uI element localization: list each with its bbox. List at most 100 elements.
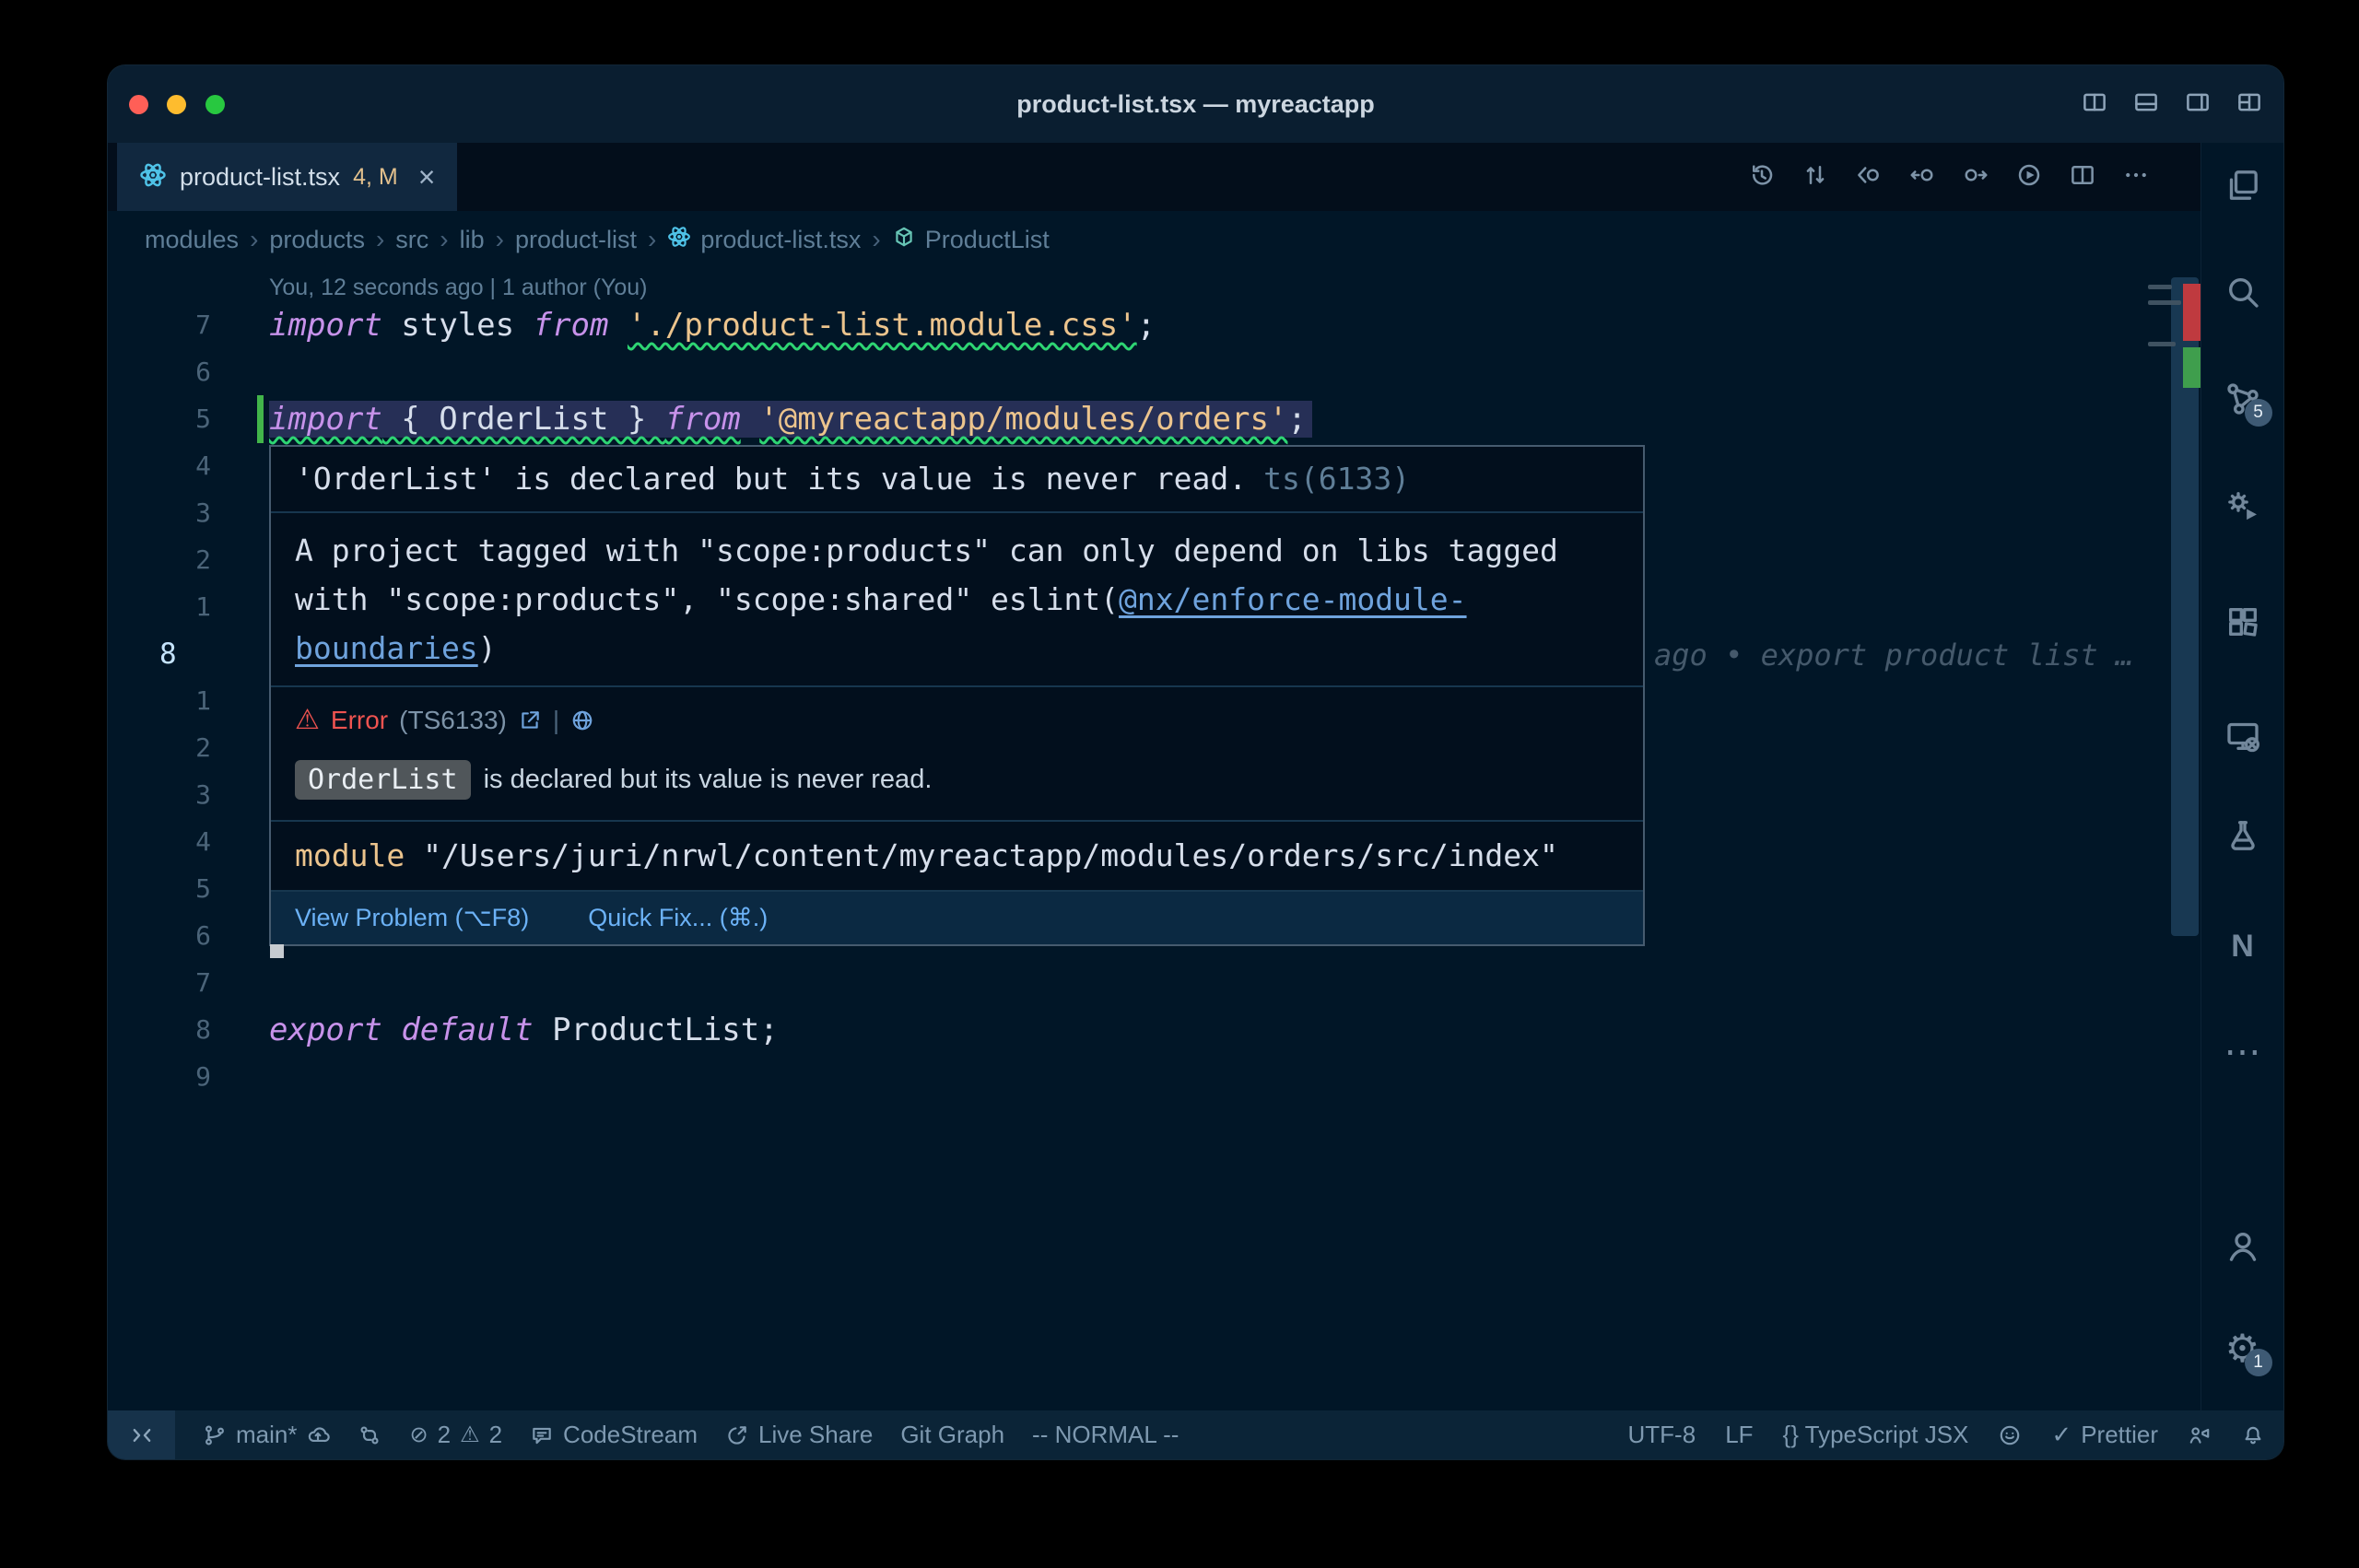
nx-console-icon[interactable]: N — [2221, 924, 2265, 968]
testing-flask-icon[interactable] — [2221, 813, 2265, 858]
chevron-right-icon: › — [496, 225, 504, 254]
source-control-icon[interactable]: 5 — [2221, 377, 2265, 421]
titlebar: product-list.tsx — myreactapp — [108, 65, 2283, 143]
minimap-line-mark — [2148, 285, 2172, 289]
codestream-status[interactable]: CodeStream — [530, 1421, 698, 1449]
accounts-icon[interactable] — [2221, 1224, 2265, 1269]
error-label: Error — [331, 706, 388, 735]
line-number: 7 — [108, 310, 211, 340]
line-number: 6 — [108, 920, 211, 951]
open-external-icon[interactable] — [518, 708, 542, 732]
layout-sidebar-right-icon[interactable] — [2184, 88, 2212, 121]
run-file-icon[interactable] — [2015, 161, 2043, 193]
diagnostic-hover-popup: 'OrderList' is declared but its value is… — [269, 445, 1645, 946]
breadcrumb-item[interactable]: src — [395, 226, 428, 254]
diagnostic-message: 'OrderList' is declared but its value is… — [271, 447, 1643, 511]
code-line[interactable]: 8 export default ProductList; — [108, 1006, 2201, 1053]
error-icon: ⊘ — [409, 1422, 428, 1448]
codestream-icon — [530, 1423, 554, 1447]
layout-split-icon[interactable] — [2081, 88, 2108, 121]
prettier-status[interactable]: ✓ Prettier — [2051, 1421, 2158, 1449]
more-views-icon[interactable]: ⋯ — [2221, 1030, 2265, 1074]
tab-label: product-list.tsx — [180, 163, 340, 192]
live-share-status[interactable]: Live Share — [725, 1421, 873, 1449]
code-line[interactable]: 7 import styles from './product-list.mod… — [108, 301, 2201, 348]
line-number: 3 — [108, 779, 211, 810]
git-branch-icon — [203, 1423, 227, 1447]
tab-modified-badge: 4, M — [353, 164, 398, 191]
more-actions-icon[interactable] — [2122, 161, 2150, 193]
breadcrumb-item[interactable]: products — [269, 226, 365, 254]
line-number: 9 — [108, 1061, 211, 1092]
chevron-right-icon: › — [250, 225, 258, 254]
layout-panel-icon[interactable] — [2132, 88, 2160, 121]
code-line[interactable]: 7 — [108, 959, 2201, 1006]
git-compare-status[interactable] — [358, 1423, 381, 1447]
line-number: 3 — [108, 497, 211, 528]
navigate-back-icon[interactable] — [1855, 161, 1883, 193]
compare-changes-icon[interactable] — [1802, 161, 1829, 193]
overview-deleted-mark — [2183, 284, 2201, 341]
branch-status[interactable]: main* — [203, 1421, 330, 1449]
globe-icon[interactable] — [570, 708, 594, 732]
popup-resize-handle[interactable] — [270, 944, 284, 958]
breadcrumb-item[interactable]: modules — [145, 226, 239, 254]
split-editor-icon[interactable] — [2069, 161, 2096, 193]
previous-change-icon[interactable] — [1908, 161, 1936, 193]
chevron-right-icon: › — [648, 225, 656, 254]
breadcrumb-item-file[interactable]: product-list.tsx — [667, 225, 861, 255]
activity-bar: 5 N ⋯ ⚙ 1 — [2201, 143, 2283, 1410]
breadcrumb-item[interactable]: lib — [460, 226, 485, 254]
warning-icon: ⚠ — [460, 1422, 480, 1448]
line-number: 5 — [108, 404, 211, 434]
overview-added-mark — [2183, 347, 2201, 388]
view-problem-button[interactable]: View Problem (⌥F8) — [295, 904, 529, 932]
chevron-right-icon: › — [440, 225, 448, 254]
react-icon — [667, 225, 691, 255]
feedback-smiley-icon[interactable] — [1998, 1423, 2022, 1447]
run-debug-icon[interactable] — [2221, 485, 2265, 529]
next-change-icon[interactable] — [1962, 161, 1989, 193]
search-icon[interactable] — [2221, 270, 2265, 314]
minimap-line-mark — [2148, 300, 2181, 305]
code-line[interactable]: 6 — [108, 348, 2201, 395]
problems-status[interactable]: ⊘ 2 ⚠ 2 — [409, 1421, 502, 1449]
cloud-upload-icon — [306, 1423, 330, 1447]
line-number: 5 — [108, 873, 211, 904]
language-status[interactable]: {} TypeScript JSX — [1783, 1421, 1969, 1449]
quick-fix-button[interactable]: Quick Fix... (⌘.) — [588, 904, 768, 932]
live-share-icon — [725, 1423, 749, 1447]
remote-explorer-icon[interactable] — [2221, 714, 2265, 758]
line-number: 7 — [108, 967, 211, 998]
encoding-status[interactable]: UTF-8 — [1628, 1421, 1696, 1449]
layout-grid-icon[interactable] — [2236, 88, 2263, 121]
eslint-rule-link[interactable]: @nx/enforce-module- — [1119, 581, 1467, 617]
module-path-row: module "/Users/juri/nrwl/content/myreact… — [271, 820, 1643, 890]
chip-description: is declared but its value is never read. — [484, 765, 933, 795]
popup-actions: View Problem (⌥F8) Quick Fix... (⌘.) — [271, 890, 1643, 944]
manage-gear-icon[interactable]: ⚙ 1 — [2221, 1327, 2265, 1371]
extensions-icon[interactable] — [2221, 600, 2265, 644]
breadcrumb-item[interactable]: product-list — [515, 226, 637, 254]
remote-indicator[interactable] — [108, 1410, 175, 1459]
eol-status[interactable]: LF — [1725, 1421, 1753, 1449]
tab-product-list[interactable]: product-list.tsx 4, M × — [117, 143, 457, 211]
explorer-icon[interactable] — [2221, 163, 2265, 207]
tab-close-icon[interactable]: × — [418, 162, 436, 192]
announcement-icon[interactable] — [2188, 1423, 2212, 1447]
line-number: 1 — [108, 685, 211, 716]
vim-mode-status[interactable]: -- NORMAL -- — [1032, 1421, 1179, 1449]
chevron-right-icon: › — [872, 225, 880, 254]
breadcrumb-item-symbol[interactable]: ProductList — [892, 225, 1050, 255]
code-line[interactable]: 9 — [108, 1053, 2201, 1100]
git-codelens[interactable]: You, 12 seconds ago | 1 author (You) — [269, 275, 648, 301]
notifications-bell-icon[interactable] — [2241, 1423, 2265, 1447]
history-icon[interactable] — [1748, 161, 1776, 193]
code-line-highlighted[interactable]: 5 import { OrderList } from '@myreactapp… — [108, 395, 2201, 442]
git-graph-status[interactable]: Git Graph — [900, 1421, 1004, 1449]
chevron-right-icon: › — [376, 225, 384, 254]
breadcrumb: modules › products › src › lib › product… — [108, 211, 2201, 268]
line-number: 8 — [108, 1014, 211, 1045]
check-icon: ✓ — [2051, 1421, 2071, 1449]
eslint-rule-link[interactable]: boundaries — [295, 630, 478, 666]
